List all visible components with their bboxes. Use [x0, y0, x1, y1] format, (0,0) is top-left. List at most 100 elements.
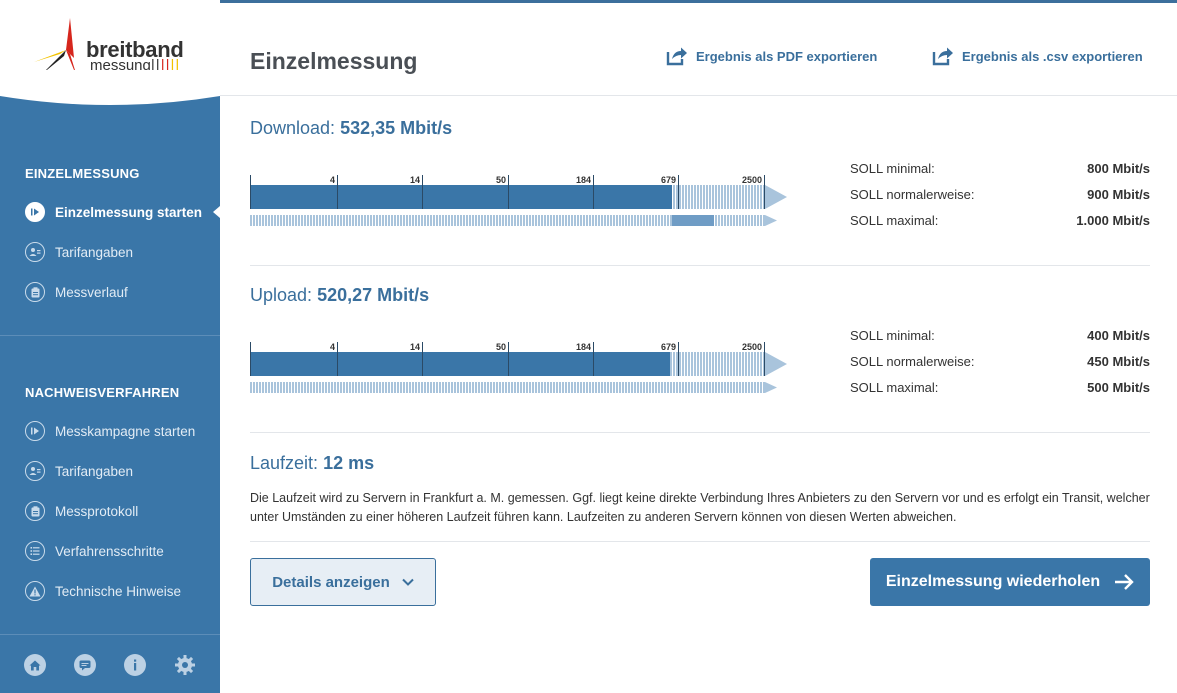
top-accent-line	[220, 0, 1177, 3]
gauge-tick-line	[593, 342, 594, 376]
track-stripe	[748, 185, 750, 209]
bottom-track-stripe	[400, 215, 402, 226]
bottom-track-stripe	[298, 382, 300, 393]
bottom-track-stripe	[583, 215, 585, 226]
bottom-track-stripe	[430, 382, 432, 393]
gear-icon[interactable]	[174, 654, 196, 676]
bottom-track-stripe	[253, 215, 255, 226]
bottom-track-stripe	[337, 382, 339, 393]
bottom-track-stripe	[727, 382, 729, 393]
latency-description: Die Laufzeit wird zu Servern in Frankfur…	[250, 491, 1150, 524]
latency-value: 12 ms	[323, 453, 375, 473]
track-stripe	[697, 352, 699, 376]
sidebar-item-messprotokoll[interactable]: Messprotokoll	[25, 500, 215, 522]
export-csv-button[interactable]: Ergebnis als .csv exportieren	[932, 46, 1143, 66]
bottom-track-stripe	[622, 215, 624, 226]
track-stripe	[673, 185, 675, 209]
bottom-track-stripe	[325, 382, 327, 393]
chat-icon[interactable]	[74, 654, 96, 676]
download-soll-maximal: SOLL maximal: 1.000 Mbit/s	[850, 213, 1150, 228]
track-stripe	[730, 185, 732, 209]
bottom-track-stripe	[556, 215, 558, 226]
latency-label: Laufzeit:	[250, 453, 319, 473]
gauge-tick-label: 4	[330, 342, 335, 352]
bottom-track-stripe	[544, 215, 546, 226]
export-pdf-label: Ergebnis als PDF exportieren	[696, 48, 878, 64]
sidebar-item-verfahrensschritte[interactable]: Verfahrensschritte	[25, 540, 215, 562]
bottom-track-stripe	[538, 382, 540, 393]
soll-label: SOLL minimal:	[850, 161, 935, 176]
bottom-track-stripe	[367, 215, 369, 226]
sidebar-divider	[0, 335, 220, 336]
bottom-track-stripe	[301, 382, 303, 393]
gauge-tick-line	[422, 175, 423, 209]
gauge-start-line	[250, 175, 251, 209]
bottom-track-stripe	[718, 215, 720, 226]
sidebar-item-einzelmessung-starten[interactable]: Einzelmessung starten	[25, 201, 220, 223]
bottom-track-stripe	[760, 215, 762, 226]
track-stripe	[673, 352, 675, 376]
user-card-icon	[25, 242, 45, 262]
bottom-track-stripe	[571, 215, 573, 226]
repeat-measurement-button[interactable]: Einzelmessung wiederholen	[870, 558, 1150, 606]
bottom-track-stripe	[352, 215, 354, 226]
bottom-track-stripe	[481, 382, 483, 393]
bottom-track-stripe	[313, 215, 315, 226]
bottom-track-stripe	[526, 382, 528, 393]
bottom-track-stripe	[298, 215, 300, 226]
bottom-track-stripe	[256, 382, 258, 393]
bottom-track-stripe	[448, 382, 450, 393]
track-stripe	[691, 352, 693, 376]
bottom-track-stripe	[379, 382, 381, 393]
bottom-track-stripe	[280, 215, 282, 226]
sidebar-item-messverlauf[interactable]: Messverlauf	[25, 281, 215, 303]
sidebar-item-tarifangaben-2[interactable]: Tarifangaben	[25, 460, 215, 482]
bottom-track-stripe	[250, 215, 252, 226]
bottom-track-stripe	[328, 215, 330, 226]
bottom-track-stripe	[634, 382, 636, 393]
bottom-track-stripe	[427, 382, 429, 393]
sidebar-item-tarifangaben[interactable]: Tarifangaben	[25, 241, 215, 263]
clipboard-icon	[25, 282, 45, 302]
sidebar-item-messkampagne-starten[interactable]: Messkampagne starten	[25, 420, 215, 442]
bottom-track-stripe	[526, 215, 528, 226]
bottom-track-stripe	[541, 215, 543, 226]
bottom-track-stripe	[259, 382, 261, 393]
bottom-track-stripe	[304, 382, 306, 393]
bottom-track-stripe	[484, 382, 486, 393]
bottom-track-stripe	[607, 382, 609, 393]
bottom-track-stripe	[400, 382, 402, 393]
bottom-track-stripe	[367, 382, 369, 393]
sidebar-item-technische-hinweise[interactable]: Technische Hinweise	[25, 580, 215, 602]
bottom-track-stripe	[295, 382, 297, 393]
details-button[interactable]: Details anzeigen	[250, 558, 436, 606]
bottom-track-stripe	[331, 215, 333, 226]
bottom-track-stripe	[508, 382, 510, 393]
bottom-track-stripe	[337, 215, 339, 226]
export-pdf-button[interactable]: Ergebnis als PDF exportieren	[666, 46, 877, 66]
bottom-track-stripe	[259, 215, 261, 226]
track-stripe	[685, 185, 687, 209]
home-icon[interactable]	[24, 654, 46, 676]
bottom-track-stripe	[382, 215, 384, 226]
bottom-track-stripe	[559, 382, 561, 393]
bottom-track-stripe	[457, 215, 459, 226]
bottom-track-stripe	[274, 215, 276, 226]
track-stripe	[706, 352, 708, 376]
track-stripe	[715, 352, 717, 376]
bottom-track-stripe	[403, 382, 405, 393]
track-stripe	[760, 352, 762, 376]
bottom-track-stripe	[289, 382, 291, 393]
bottom-track-stripe	[712, 382, 714, 393]
bottom-track-stripe	[439, 382, 441, 393]
upload-title: Upload: 520,27 Mbit/s	[250, 285, 429, 306]
bottom-track-stripe	[391, 382, 393, 393]
bottom-track-stripe	[679, 382, 681, 393]
arrow-right-icon	[1115, 574, 1134, 590]
bottom-track-stripe	[415, 215, 417, 226]
bottom-track-stripe	[757, 215, 759, 226]
bottom-track-stripe	[370, 382, 372, 393]
bottom-track-stripe	[748, 215, 750, 226]
info-icon[interactable]	[124, 654, 146, 676]
bottom-track-stripe	[592, 215, 594, 226]
